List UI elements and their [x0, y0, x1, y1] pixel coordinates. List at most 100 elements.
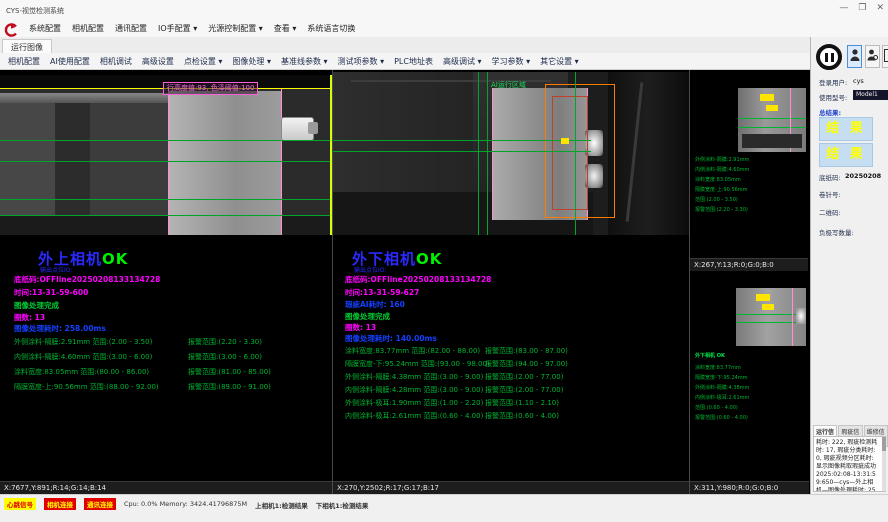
- minimize-button[interactable]: —: [839, 3, 848, 13]
- electrode-tab-glow: [796, 308, 806, 324]
- tool-learning-params[interactable]: 学习参数 ▾: [492, 56, 531, 67]
- ai-region-label: AI运行区域: [491, 80, 526, 90]
- toolbar: 相机配置 AI使用配置 相机调试 高级设置 点检设置 ▾ 图像处理 ▾ 基准线参…: [0, 53, 810, 70]
- menu-io-config[interactable]: IO手配置 ▾: [158, 23, 197, 34]
- pause-button[interactable]: [816, 44, 842, 70]
- ai-time-line: 瑕疵AI耗时: 160: [345, 299, 405, 310]
- exit-door-icon: [884, 47, 888, 66]
- menu-system-config[interactable]: 系统配置: [29, 23, 61, 34]
- io-label: 输出点位IO:: [354, 265, 386, 274]
- baseline-green: [738, 118, 806, 119]
- loops-line: 圈数: 13: [345, 322, 376, 333]
- user-manage-button[interactable]: [865, 45, 880, 68]
- measurement-row: 外侧涂料-隔膜:2.91mm 范围:(2.00 - 3.50) 报警范围:(2.…: [14, 337, 326, 347]
- mini-text: 隔膜宽度-下:95.24mm: [695, 374, 748, 383]
- baseline-green: [487, 72, 488, 235]
- marker-yellow: [561, 138, 569, 144]
- decor: [0, 215, 332, 235]
- upper-camera-result-text: 上相机1:检测结果: [255, 498, 308, 510]
- decor: [742, 134, 802, 148]
- tool-image-processing[interactable]: 图像处理 ▾: [232, 56, 271, 67]
- pixel-coordinate-bar-left: X:7677,Y:891;R:14;G:14;B:14: [0, 481, 332, 494]
- tool-advanced-debug[interactable]: 高级调试 ▾: [443, 56, 482, 67]
- tool-advanced-settings[interactable]: 高级设置: [142, 56, 174, 67]
- menu-camera-config[interactable]: 相机配置: [72, 23, 104, 34]
- close-button[interactable]: ✕: [876, 3, 884, 13]
- result-indicator-2: 结 果: [819, 143, 873, 167]
- pixel-coordinate-bar-mid: X:270,Y:2502;R:17;G:17;B:17: [333, 481, 689, 494]
- alarm-range-text: 报警范围:(1.10 - 2.10): [485, 398, 559, 408]
- camera-image-mid[interactable]: AI运行区域: [333, 72, 689, 235]
- edge-line-left: [168, 89, 169, 235]
- measurement-text: 内侧涂料-隔膜:4.28mm 范围:(3.00 - 9.00): [345, 385, 483, 395]
- base-barcode-value: 20250208: [845, 172, 881, 180]
- heartbeat-badge: 心跳信号: [4, 498, 36, 510]
- measurement-text: 涂料宽度:83.77mm 范围:(82.00 - 88.00): [345, 346, 480, 356]
- menu-language-switch[interactable]: 系统语言切换: [307, 23, 355, 34]
- tool-test-params[interactable]: 测试项参数 ▾: [338, 56, 385, 67]
- mini-text: 内侧涂料-隔膜:4.60mm: [695, 166, 749, 175]
- menu-view[interactable]: 查看 ▾: [274, 23, 297, 34]
- tool-plc-address[interactable]: PLC地址表: [394, 56, 433, 67]
- measurement-text: 外侧涂料-隔膜:4.38mm 范围:(3.00 - 9.00): [345, 372, 483, 382]
- log-scrollbar-thumb[interactable]: [882, 437, 886, 451]
- menu-bar: 系统配置 相机配置 通讯配置 IO手配置 ▾ 光源控制配置 ▾ 查看 ▾ 系统语…: [0, 20, 888, 37]
- baseline-green: [738, 127, 806, 128]
- tool-other-settings[interactable]: 其它设置 ▾: [540, 56, 579, 67]
- menu-light-config[interactable]: 光源控制配置 ▾: [208, 23, 263, 34]
- pixel-coordinate-bar-small-bottom: X:311,Y:980;R:0;G:0;B:0: [690, 481, 809, 494]
- edge-line-right: [281, 89, 282, 235]
- measurement-row: 涂料宽度:83.05mm 范围:(80.00 - 86.00) 报警范围:(81…: [14, 367, 326, 377]
- qrcode-label: 二维码:: [819, 207, 841, 217]
- measurement-text: 外侧涂料-极耳:1.90mm 范围:(1.00 - 2.20): [345, 398, 483, 408]
- tool-camera-debug[interactable]: 相机调试: [100, 56, 132, 67]
- mini-text: 涂料宽度:83.05mm: [695, 176, 741, 185]
- login-user-button[interactable]: [847, 45, 862, 68]
- run-log[interactable]: 耗时: 222, 瑕疵检测耗时: 17, 瑕疵分类耗时: 0, 瑕疵视频分区耗时…: [813, 436, 886, 492]
- measurement-text: 内侧涂料-极耳:2.61mm 范围:(0.60 - 4.00): [345, 411, 483, 421]
- mini-text: 涂料宽度:83.77mm: [695, 364, 741, 373]
- measurement-row: 外侧涂料-隔膜:4.38mm 范围:(3.00 - 9.00) 报警范围:(2.…: [345, 372, 685, 382]
- done-line: 图像处理完成: [345, 311, 390, 322]
- tab-run-image[interactable]: 运行图像: [2, 39, 52, 53]
- alarm-range-text: 报警范围:(3.00 - 6.00): [188, 352, 262, 362]
- coating-region: [169, 91, 281, 235]
- tool-spot-check[interactable]: 点检设置 ▾: [184, 56, 223, 67]
- camera-image-small-top[interactable]: 外侧涂料-隔膜:2.91mm 内侧涂料-隔膜:4.60mm 涂料宽度:83.05…: [690, 72, 808, 258]
- camera-image-left[interactable]: 行高度值:93, 色泽阈值:100: [0, 75, 332, 235]
- marker-yellow: [766, 105, 778, 111]
- lower-camera-result-text: 下相机1:检测结果: [316, 498, 369, 510]
- base-barcode-label: 底纸码:: [819, 172, 841, 182]
- tool-baseline-params[interactable]: 基准线参数 ▾: [281, 56, 328, 67]
- mini-text: 隔膜宽度-上:90.56mm: [695, 186, 748, 195]
- comm-link-badge: 通讯连接: [84, 498, 116, 510]
- baseline-green: [0, 140, 332, 141]
- model-select[interactable]: Model1: [853, 90, 888, 100]
- login-user-label: 登录用户:: [819, 77, 847, 87]
- mini-text: 外侧涂料-隔膜:2.91mm: [695, 156, 749, 165]
- baseline-green: [333, 151, 591, 152]
- log-scrollbar[interactable]: [882, 437, 886, 491]
- app-logo-icon: [4, 22, 18, 36]
- done-line: 图像处理完成: [14, 300, 59, 311]
- exit-button[interactable]: [882, 45, 888, 68]
- baseline-green: [0, 215, 332, 216]
- camera-link-badge: 相机连接: [44, 498, 76, 510]
- tool-camera-config[interactable]: 相机配置: [8, 56, 40, 67]
- mini-text: 范围:(2.00 - 3.50): [695, 196, 738, 205]
- alarm-range-text: 报警范围:(2.20 - 3.30): [188, 337, 262, 347]
- maximize-button[interactable]: ❐: [858, 3, 866, 13]
- tool-ai-config[interactable]: AI使用配置: [50, 56, 90, 67]
- measurement-text: 涂料宽度:83.05mm 范围:(80.00 - 86.00): [14, 367, 149, 377]
- baseline-green: [575, 72, 576, 235]
- camera-image-small-bottom[interactable]: 外下相机 OK 涂料宽度:83.77mm 隔膜宽度-下:95.24mm 外侧涂料…: [690, 272, 808, 481]
- menu-comm-config[interactable]: 通讯配置: [115, 23, 147, 34]
- result-ok: OK: [416, 250, 442, 268]
- app-window: CYS-视觉检测系统 — ❐ ✕ 系统配置 相机配置 通讯配置 IO手配置 ▾ …: [0, 0, 888, 522]
- measurement-text: 外侧涂料-隔膜:2.91mm 范围:(2.00 - 3.50): [14, 337, 152, 347]
- baseline-green: [0, 199, 332, 200]
- measurement-text: 隔膜宽度-下:95.24mm 范围:(93.00 - 98.00): [345, 359, 490, 369]
- status-bar: 心跳信号 相机连接 通讯连接 Cpu: 0.0% Memory: 3424.41…: [0, 494, 888, 522]
- cpu-memory-text: Cpu: 0.0% Memory: 3424.41796875M: [124, 498, 247, 508]
- marker-yellow: [756, 294, 770, 301]
